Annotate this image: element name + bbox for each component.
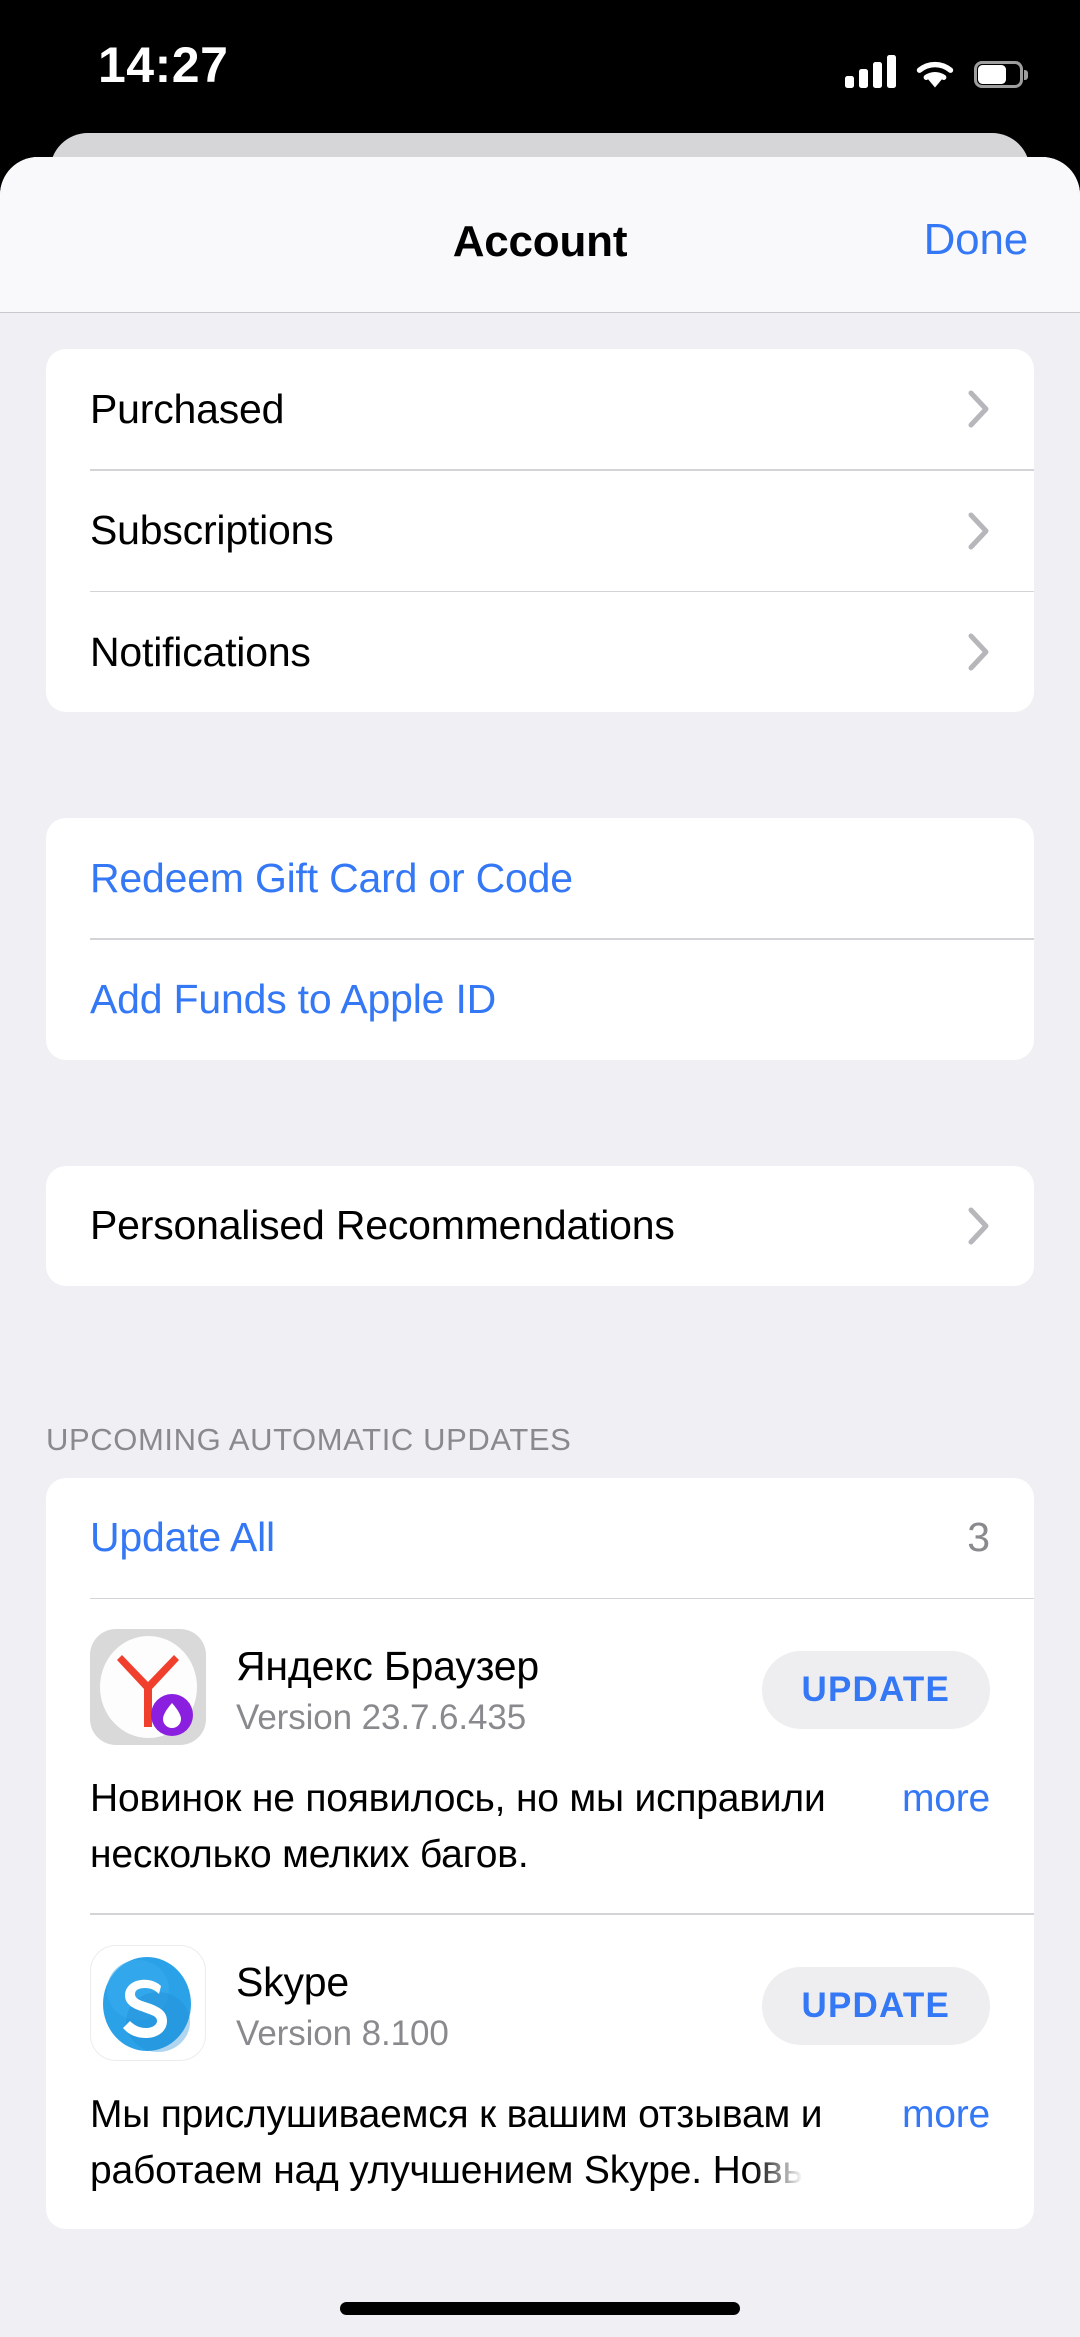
update-count-badge: 3: [967, 1514, 990, 1560]
account-options-group: Purchased Subscriptions Notifications: [46, 349, 1034, 712]
more-link[interactable]: more: [902, 2087, 990, 2143]
account-sheet: Account Done Purchased Subscriptions Not…: [0, 157, 1080, 2337]
release-notes: more Мы прислушиваемся к вашим отзывам и…: [90, 2087, 990, 2199]
skype-icon: [90, 1944, 206, 2061]
row-accessory: [968, 512, 990, 550]
release-notes-truncated: Новь: [712, 2148, 803, 2192]
release-notes: more Новинок не появилось, но мы исправи…: [90, 1771, 990, 1883]
update-button[interactable]: UPDATE: [761, 1651, 990, 1729]
list-item[interactable]: Skype Version 8.100 UPDATE: [46, 1915, 1034, 2061]
row-label: Notifications: [90, 628, 311, 675]
sidebar-item-notifications[interactable]: Notifications: [46, 592, 1034, 712]
list-item[interactable]: Яндекс Браузер Version 23.7.6.435 UPDATE: [46, 1599, 1034, 1745]
chevron-right-icon: [968, 633, 989, 671]
row-label: Redeem Gift Card or Code: [90, 854, 573, 901]
update-button[interactable]: UPDATE: [761, 1966, 990, 2045]
row-label: Update All: [90, 1514, 275, 1560]
chevron-right-icon: [968, 1207, 989, 1244]
battery-icon: [974, 61, 1028, 88]
upcoming-updates-group: Update All 3 Яндекс Браузер Version 23.7…: [46, 1477, 1034, 2229]
cellular-bars-icon: [845, 54, 896, 88]
wifi-icon: [913, 55, 957, 88]
row-accessory: [968, 390, 990, 428]
section-header-label: UPCOMING AUTOMATIC UPDATES: [46, 1421, 572, 1457]
status-bar-indicators: [845, 44, 1028, 88]
row-label: Subscriptions: [90, 507, 334, 553]
sidebar-item-personalised-recommendations[interactable]: Personalised Recommendations: [46, 1166, 1034, 1286]
row-accessory: 3: [967, 1514, 990, 1561]
more-link[interactable]: more: [902, 1771, 990, 1827]
status-bar-clock: 14:27: [98, 37, 229, 93]
settings-content: Purchased Subscriptions Notifications Re…: [0, 313, 1080, 2229]
app-version: Version 23.7.6.435: [236, 1698, 527, 1737]
row-accessory: [968, 633, 990, 671]
row-accessory: [968, 1207, 990, 1245]
recommendations-group: Personalised Recommendations: [46, 1165, 1034, 1286]
yandex-browser-icon: [90, 1629, 206, 1745]
app-name: Яндекс Браузер: [236, 1643, 539, 1689]
done-button[interactable]: Done: [924, 215, 1029, 265]
iphone-screen: 14:27 Account Done Purchased Subscriptio…: [0, 0, 1080, 2337]
app-meta: Skype Version 8.100: [236, 1945, 762, 2054]
app-meta: Яндекс Браузер Version 23.7.6.435: [236, 1629, 762, 1738]
add-funds-button[interactable]: Add Funds to Apple ID: [46, 940, 1034, 1060]
row-label: Purchased: [90, 385, 285, 432]
update-all-button[interactable]: Update All 3: [46, 1478, 1034, 1598]
sidebar-item-subscriptions[interactable]: Subscriptions: [46, 471, 1034, 591]
updates-section-header: UPCOMING AUTOMATIC UPDATES: [0, 1392, 1080, 1478]
funds-options-group: Redeem Gift Card or Code Add Funds to Ap…: [46, 818, 1034, 1060]
sidebar-item-purchased[interactable]: Purchased: [46, 349, 1034, 469]
row-label: Personalised Recommendations: [90, 1202, 675, 1248]
page-title: Account: [452, 217, 628, 266]
navigation-bar: Account Done: [0, 157, 1080, 313]
status-bar: 14:27: [0, 0, 1080, 133]
app-version: Version 8.100: [236, 2013, 449, 2053]
redeem-gift-card-button[interactable]: Redeem Gift Card or Code: [46, 818, 1034, 938]
app-name: Skype: [236, 1958, 349, 2005]
chevron-right-icon: [968, 512, 989, 549]
release-notes-text: Новинок не появилось, но мы исправили не…: [90, 1777, 826, 1876]
row-label: Add Funds to Apple ID: [90, 976, 497, 1022]
chevron-right-icon: [968, 390, 989, 428]
home-indicator[interactable]: [340, 2302, 740, 2315]
